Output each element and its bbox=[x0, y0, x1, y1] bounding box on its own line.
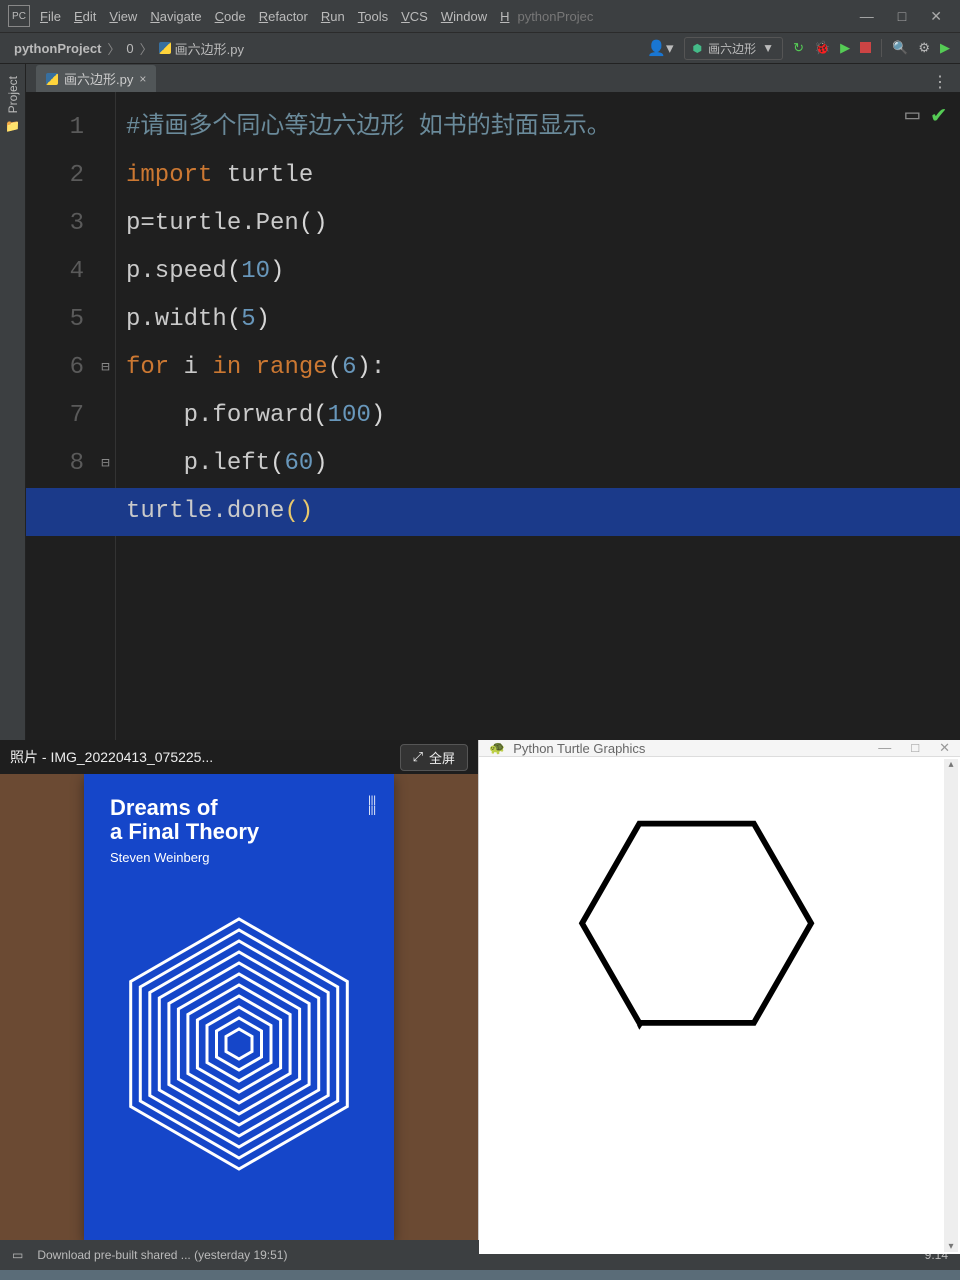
code-lines[interactable]: #请画多个同心等边六边形 如书的封面显示。import turtlep=turt… bbox=[116, 92, 960, 740]
code-editor[interactable]: ▭ ✔ 123456789 ⊟⊟ #请画多个同心等边六边形 如书的封面显示。im… bbox=[26, 92, 960, 740]
python-icon: ⬢ bbox=[693, 42, 703, 55]
minimize-icon[interactable]: — bbox=[878, 740, 891, 756]
breadcrumb[interactable]: pythonProject 〉 0 〉 画六边形.py bbox=[14, 39, 244, 58]
menu-tools[interactable]: Tools bbox=[358, 9, 388, 24]
editor-tabs: 画六边形.py × ⋮ bbox=[26, 64, 960, 92]
crumb-file[interactable]: 画六边形.py bbox=[175, 39, 244, 58]
tab-overflow-icon[interactable]: ⋮ bbox=[932, 72, 948, 92]
maximize-icon[interactable]: □ bbox=[911, 740, 919, 756]
photo-viewport[interactable]: |||||| Dreams ofa Final Theory Steven We… bbox=[0, 774, 478, 1240]
crumb-folder[interactable]: 0 bbox=[126, 41, 133, 56]
pycharm-logo-icon: PC bbox=[8, 5, 30, 27]
reader-mode-icon[interactable]: ▭ bbox=[905, 100, 919, 130]
menu-code[interactable]: Code bbox=[215, 9, 246, 24]
run-config-selector[interactable]: ⬢ 画六边形 ▼ bbox=[684, 37, 784, 60]
stop-button[interactable] bbox=[860, 41, 871, 56]
window-title: pythonProjec bbox=[517, 9, 593, 24]
code-line-8[interactable]: p.left(60) bbox=[126, 440, 960, 488]
code-line-3[interactable]: p=turtle.Pen() bbox=[126, 200, 960, 248]
python-file-icon bbox=[159, 42, 171, 54]
menu-window[interactable]: Window bbox=[441, 9, 487, 24]
book-title-line1: Dreams of bbox=[110, 795, 218, 820]
close-icon[interactable]: ✕ bbox=[930, 8, 942, 25]
code-line-1[interactable]: #请画多个同心等边六边形 如书的封面显示。 bbox=[126, 104, 960, 152]
code-line-9[interactable]: turtle.done() bbox=[26, 488, 960, 536]
menu-refactor[interactable]: Refactor bbox=[259, 9, 308, 24]
run-play-button[interactable]: ▶ bbox=[840, 40, 850, 56]
menu-view[interactable]: View bbox=[109, 9, 137, 24]
turtle-app-icon: 🐢 bbox=[489, 740, 505, 756]
hexagon-shape bbox=[582, 824, 811, 1023]
os-taskbar bbox=[0, 1270, 960, 1280]
debug-button[interactable]: 🐞 bbox=[814, 40, 830, 56]
menu-h[interactable]: H bbox=[500, 9, 509, 24]
inspection-ok-icon[interactable]: ✔ bbox=[932, 100, 946, 130]
tab-close-icon[interactable]: × bbox=[139, 72, 146, 86]
editor-tab[interactable]: 画六边形.py × bbox=[36, 65, 156, 92]
menu-navigate[interactable]: Navigate bbox=[150, 9, 201, 24]
book-author: Steven Weinberg bbox=[110, 850, 259, 865]
status-message[interactable]: Download pre-built shared ... (yesterday… bbox=[37, 1248, 287, 1262]
toolbar: pythonProject 〉 0 〉 画六边形.py 👤▾ ⬢ 画六边形 ▼ … bbox=[0, 32, 960, 64]
turtle-window: 🐢 Python Turtle Graphics — □ ✕ ▴ ▾ bbox=[478, 740, 960, 1240]
run-config-label: 画六边形 bbox=[708, 40, 756, 57]
vertical-scrollbar[interactable]: ▴ ▾ bbox=[944, 759, 958, 1252]
settings-icon[interactable]: ⚙ bbox=[918, 40, 930, 56]
user-icon[interactable]: 👤▾ bbox=[647, 39, 673, 57]
menu-run[interactable]: Run bbox=[321, 9, 345, 24]
search-icon[interactable]: 🔍 bbox=[892, 40, 908, 56]
concentric-hexagons-graphic bbox=[109, 894, 369, 1194]
book-title-line2: a Final Theory bbox=[110, 819, 259, 844]
scroll-up-icon[interactable]: ▴ bbox=[944, 759, 958, 770]
menu-vcs[interactable]: VCS bbox=[401, 9, 428, 24]
menu-file[interactable]: File bbox=[40, 9, 61, 24]
titlebar: PC File Edit View Navigate Code Refactor Run To… bbox=[0, 0, 960, 32]
gutter-line-numbers: 123456789 bbox=[26, 92, 96, 740]
crumb-project[interactable]: pythonProject bbox=[14, 41, 101, 56]
code-line-7[interactable]: p.forward(100) bbox=[126, 392, 960, 440]
code-line-5[interactable]: p.width(5) bbox=[126, 296, 960, 344]
chevron-down-icon: ▼ bbox=[762, 41, 774, 55]
project-tool-tab[interactable]: Project bbox=[6, 76, 20, 113]
gutter-fold-marks: ⊟⊟ bbox=[96, 92, 116, 740]
turtle-canvas[interactable]: ▴ ▾ bbox=[479, 757, 960, 1254]
code-line-4[interactable]: p.speed(10) bbox=[126, 248, 960, 296]
photo-app-window: 照片 - IMG_20220413_075225... ⤢ 全屏 |||||| … bbox=[0, 740, 478, 1240]
photo-title: 照片 - IMG_20220413_075225... bbox=[10, 747, 213, 767]
menu-edit[interactable]: Edit bbox=[74, 9, 96, 24]
run-button[interactable]: ↻ bbox=[793, 40, 804, 56]
scroll-down-icon[interactable]: ▾ bbox=[944, 1241, 958, 1252]
play-icon[interactable]: ▶ bbox=[940, 40, 950, 56]
python-file-icon bbox=[46, 73, 58, 85]
tab-label: 画六边形.py bbox=[64, 69, 133, 88]
minimize-icon[interactable]: — bbox=[860, 8, 874, 25]
turtle-window-title: Python Turtle Graphics bbox=[513, 741, 645, 756]
tool-window-bar: Project 📁 bbox=[0, 64, 26, 740]
fullscreen-button[interactable]: ⤢ 全屏 bbox=[400, 744, 468, 771]
maximize-icon[interactable]: □ bbox=[898, 8, 906, 25]
book-corner-mark: |||||| bbox=[368, 796, 376, 816]
book-cover: |||||| Dreams ofa Final Theory Steven We… bbox=[84, 774, 394, 1240]
close-icon[interactable]: ✕ bbox=[939, 740, 950, 756]
main-menu: File Edit View Navigate Code Refactor Run Tools… bbox=[40, 9, 509, 24]
expand-icon: ⤢ bbox=[413, 749, 423, 765]
code-line-6[interactable]: for i in range(6): bbox=[126, 344, 960, 392]
folder-icon[interactable]: 📁 bbox=[5, 119, 20, 133]
code-line-2[interactable]: import turtle bbox=[126, 152, 960, 200]
event-log-icon[interactable]: ▭ bbox=[12, 1248, 23, 1262]
